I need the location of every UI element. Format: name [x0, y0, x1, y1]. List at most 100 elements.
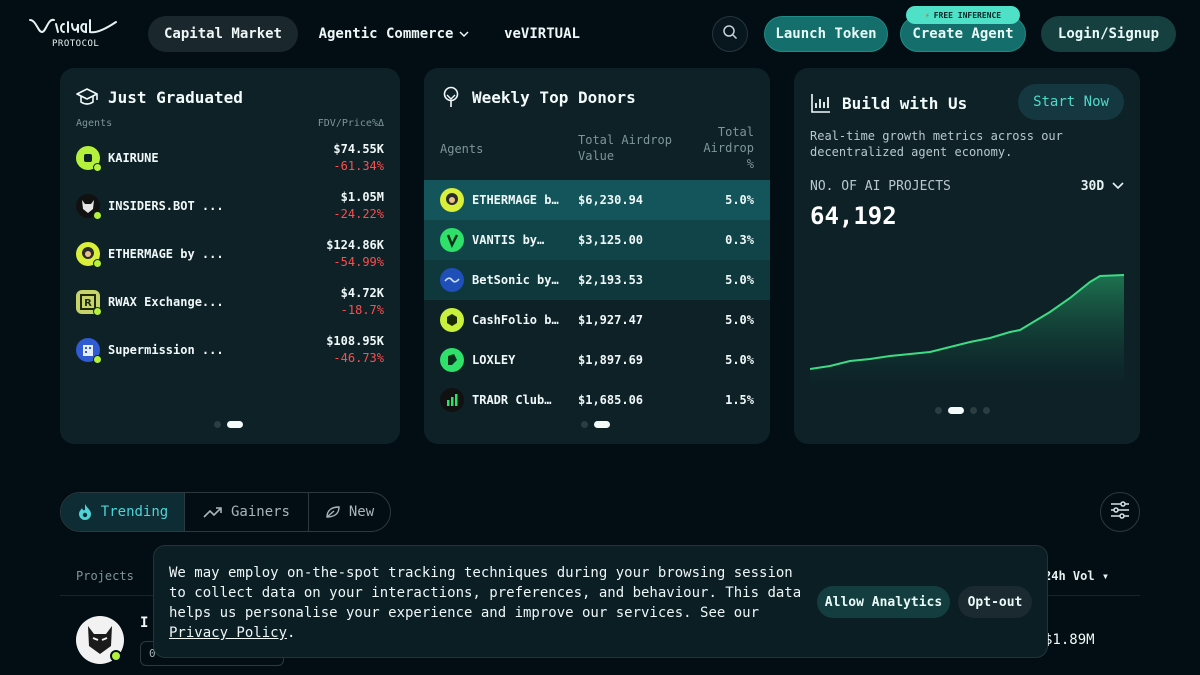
- agent-change: -24.22%: [333, 207, 384, 221]
- donor-value: $2,193.53: [578, 273, 644, 287]
- range-dropdown[interactable]: 30D: [1081, 179, 1124, 194]
- search-button[interactable]: [712, 16, 748, 52]
- verified-dot: [93, 259, 102, 268]
- pager-dot-active[interactable]: [227, 421, 243, 428]
- agent-change: -46.73%: [333, 351, 384, 365]
- verified-dot: [93, 355, 102, 364]
- build-with-us-card: Build with Us Start Now Real-time growth…: [794, 68, 1140, 444]
- donor-row[interactable]: VANTIS by… $3,125.00 0.3%: [424, 220, 770, 260]
- graduated-row[interactable]: KAIRUNE $74.55K -61.34%: [76, 138, 384, 178]
- pager-dot-active[interactable]: [948, 407, 964, 414]
- agent-change: -54.99%: [333, 255, 384, 269]
- verified-dot: [93, 211, 102, 220]
- metric-value: 64,192: [810, 202, 897, 230]
- carousel-pager: [581, 421, 610, 428]
- donor-row[interactable]: LOXLEY $1,897.69 5.0%: [424, 340, 770, 380]
- title-text: Just Graduated: [108, 87, 243, 107]
- graduated-row[interactable]: ETHERMAGE by ... $124.86K -54.99%: [76, 234, 384, 274]
- card-title: Weekly Top Donors: [440, 86, 636, 108]
- graduated-row[interactable]: INSIDERS.BOT ... $1.05M -24.22%: [76, 186, 384, 226]
- col-fdv-price: FDV/Price%Δ: [317, 118, 384, 129]
- col-label: 24h Vol: [1044, 569, 1095, 583]
- login-signup-button[interactable]: Login/Signup: [1041, 16, 1176, 52]
- title-text: Build with Us: [842, 93, 968, 113]
- sliders-icon: [1110, 501, 1130, 523]
- mage-icon: [440, 188, 464, 212]
- col-projects: Projects: [76, 569, 134, 583]
- nav-capital-market[interactable]: Capital Market: [148, 16, 298, 52]
- donor-name: CashFolio b…: [472, 313, 559, 327]
- nav-vevirtual[interactable]: veVIRTUAL: [494, 16, 590, 52]
- card-title: Build with Us: [810, 92, 967, 114]
- tab-trending[interactable]: Trending: [61, 493, 185, 531]
- agent-fdv: $124.86K: [326, 238, 384, 252]
- col-24h-vol[interactable]: 24h Vol ▾: [1044, 569, 1109, 583]
- chevron-down-icon: [459, 29, 469, 40]
- graduated-row[interactable]: Supermission ... $108.95K -46.73%: [76, 330, 384, 370]
- col-total-airdrop-pct: Total Airdrop %: [703, 125, 754, 171]
- nav-agentic-commerce[interactable]: Agentic Commerce: [306, 16, 482, 52]
- donor-row[interactable]: CashFolio b… $1,927.47 5.0%: [424, 300, 770, 340]
- donor-name: LOXLEY: [472, 353, 516, 367]
- weekly-top-donors-card: Weekly Top Donors Agents Total Airdrop V…: [424, 68, 770, 444]
- tab-label: New: [348, 504, 375, 520]
- donor-value: $3,125.00: [578, 233, 644, 247]
- agent-change: -18.7%: [340, 303, 384, 317]
- tab-gainers[interactable]: Gainers: [185, 493, 309, 531]
- k-badge-icon: [76, 146, 102, 172]
- nav-label: Agentic Commerce: [318, 26, 454, 42]
- start-now-button[interactable]: Start Now: [1018, 84, 1124, 120]
- virtuals-logo[interactable]: PROTOCOL: [28, 14, 120, 54]
- cookie-message: We may employ on-the-spot tracking techn…: [169, 565, 802, 621]
- project-avatar[interactable]: [76, 616, 124, 664]
- building-icon: [76, 338, 102, 364]
- title-text: Weekly Top Donors: [472, 87, 636, 107]
- range-value: 30D: [1080, 179, 1105, 194]
- donor-value: $6,230.94: [578, 193, 644, 207]
- tab-new[interactable]: New: [309, 493, 390, 531]
- carousel-pager: [935, 407, 990, 414]
- svg-text:R: R: [84, 298, 92, 309]
- badge-label: FREE INFERENCE: [933, 10, 1002, 20]
- wolf-icon: [76, 194, 102, 220]
- filter-button[interactable]: [1100, 492, 1140, 532]
- carousel-pager: [214, 421, 243, 428]
- project-name[interactable]: I: [140, 615, 148, 631]
- donor-pct: 1.5%: [725, 393, 754, 407]
- opt-out-button[interactable]: Opt-out: [958, 586, 1032, 618]
- agent-name: RWAX Exchange...: [108, 295, 224, 309]
- betsonic-icon: [440, 268, 464, 292]
- verified-dot: [93, 163, 102, 172]
- donor-value: $1,897.69: [578, 353, 644, 367]
- donor-pct: 5.0%: [725, 353, 754, 367]
- trend-up-icon: [203, 505, 223, 519]
- pager-dot[interactable]: [935, 407, 942, 414]
- graduated-row[interactable]: R RWAX Exchange... $4.72K -18.7%: [76, 282, 384, 322]
- caret-down-icon: ▾: [1101, 569, 1110, 583]
- agent-change: -61.34%: [333, 159, 384, 173]
- metric-label: NO. OF AI PROJECTS: [810, 179, 951, 194]
- leaf-icon: [325, 505, 341, 519]
- pager-dot-active[interactable]: [594, 421, 610, 428]
- allow-analytics-button[interactable]: Allow Analytics: [817, 586, 950, 618]
- donor-row[interactable]: TRADR Club… $1,685.06 1.5%: [424, 380, 770, 420]
- pager-dot[interactable]: [581, 421, 588, 428]
- col-agents: Agents: [76, 118, 113, 129]
- launch-token-button[interactable]: Launch Token: [764, 16, 888, 52]
- agent-name: KAIRUNE: [108, 151, 159, 165]
- nav-label: veVIRTUAL: [504, 26, 580, 42]
- pager-dot[interactable]: [214, 421, 221, 428]
- pager-dot[interactable]: [970, 407, 977, 414]
- balloon-icon: [440, 86, 462, 108]
- donor-row[interactable]: ETHERMAGE b… $6,230.94 5.0%: [424, 180, 770, 220]
- donor-name: BetSonic by…: [472, 273, 559, 287]
- verified-dot: [110, 650, 122, 662]
- logo-subtitle: PROTOCOL: [52, 39, 100, 49]
- privacy-policy-link[interactable]: Privacy Policy: [169, 625, 287, 641]
- chevron-down-icon: [1112, 179, 1124, 194]
- build-description: Real-time growth metrics across our dece…: [810, 129, 1063, 159]
- donor-row[interactable]: BetSonic by… $2,193.53 5.0%: [424, 260, 770, 300]
- nav-label: Capital Market: [163, 26, 282, 42]
- pager-dot[interactable]: [983, 407, 990, 414]
- tab-label: Trending: [100, 504, 169, 520]
